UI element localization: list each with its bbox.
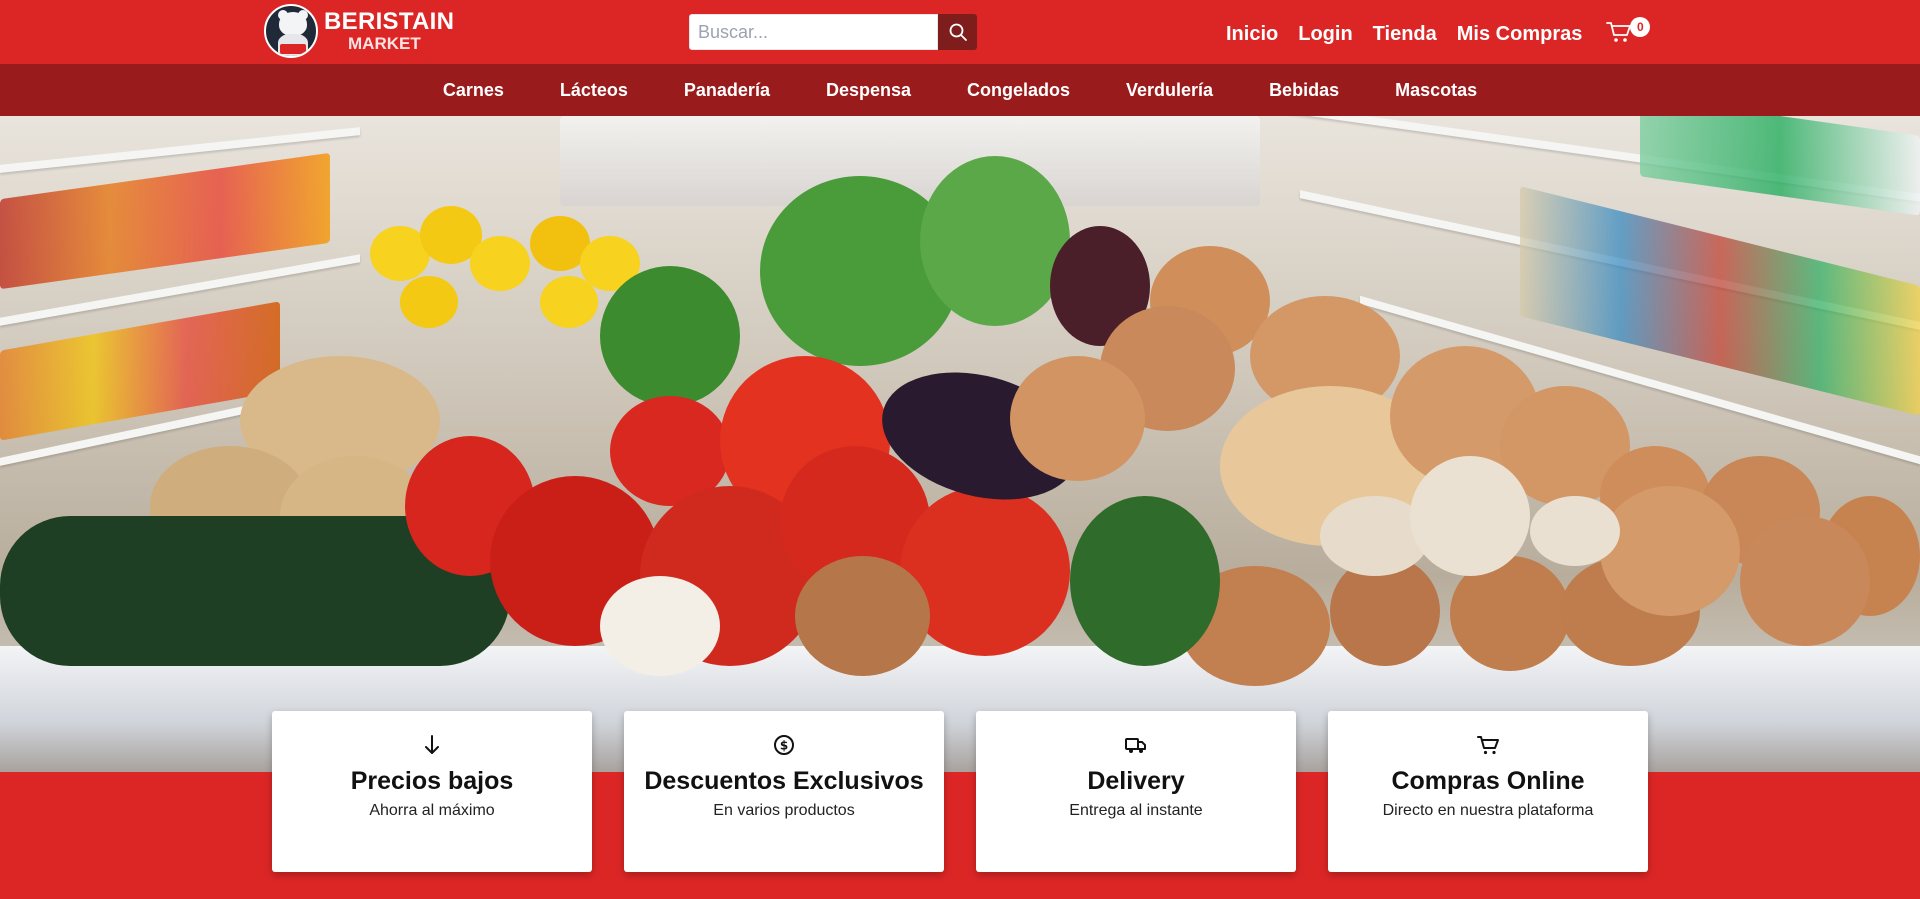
brand-logo[interactable]: BERISTAIN MARKET [264, 4, 454, 58]
brand-name-line1: BERISTAIN [324, 8, 455, 35]
category-congelados[interactable]: Congelados [967, 80, 1070, 101]
truck-icon [1125, 738, 1146, 753]
cart-icon [1477, 736, 1499, 755]
search-icon [949, 23, 967, 41]
category-bar: Carnes Lácteos Panadería Despensa Congel… [0, 64, 1920, 116]
feature-title: Compras Online [1391, 767, 1585, 795]
arrow-down-icon [425, 735, 439, 754]
category-lacteos[interactable]: Lácteos [560, 80, 628, 101]
nav-tienda[interactable]: Tienda [1373, 23, 1437, 46]
brand-name-line2: MARKET [348, 34, 421, 53]
feature-subtitle: Directo en nuestra plataforma [1382, 802, 1594, 819]
category-bebidas[interactable]: Bebidas [1269, 80, 1339, 101]
cart-count-badge: 0 [1630, 17, 1651, 37]
feature-title: Descuentos Exclusivos [644, 767, 924, 795]
category-carnes[interactable]: Carnes [443, 80, 504, 101]
hero-banner-image [0, 116, 1920, 772]
search-button[interactable] [938, 14, 977, 50]
feature-card-descuentos: $ Descuentos Exclusivos En varios produc… [624, 711, 944, 872]
dollar-circle-icon: $ [774, 735, 794, 755]
nav-inicio[interactable]: Inicio [1226, 23, 1278, 46]
nav-mis-compras[interactable]: Mis Compras [1457, 23, 1583, 46]
category-panaderia[interactable]: Panadería [684, 80, 770, 101]
search-bar [689, 14, 977, 50]
top-header: BERISTAIN MARKET Inicio Login Tienda Mis… [0, 0, 1920, 64]
feature-card-online: Compras Online Directo en nuestra plataf… [1328, 711, 1648, 872]
feature-card-precios: Precios bajos Ahorra al máximo [272, 711, 592, 872]
feature-subtitle: En varios productos [713, 802, 855, 819]
feature-title: Delivery [1087, 767, 1185, 795]
feature-card-delivery: Delivery Entrega al instante [976, 711, 1296, 872]
polar-bear-logo-icon [264, 4, 318, 58]
brand-name: BERISTAIN MARKET [324, 8, 455, 53]
cart-icon [1606, 22, 1632, 42]
feature-subtitle: Entrega al instante [1069, 802, 1203, 819]
feature-subtitle: Ahorra al máximo [369, 802, 495, 819]
search-input[interactable] [689, 14, 938, 50]
svg-text:$: $ [780, 739, 788, 753]
category-verduleria[interactable]: Verdulería [1126, 80, 1213, 101]
nav-login[interactable]: Login [1298, 23, 1352, 46]
top-navigation: Inicio Login Tienda Mis Compras 0 [1226, 17, 1651, 48]
category-despensa[interactable]: Despensa [826, 80, 911, 101]
cart-button[interactable]: 0 [1606, 17, 1651, 48]
category-mascotas[interactable]: Mascotas [1395, 80, 1477, 101]
feature-title: Precios bajos [350, 767, 514, 795]
